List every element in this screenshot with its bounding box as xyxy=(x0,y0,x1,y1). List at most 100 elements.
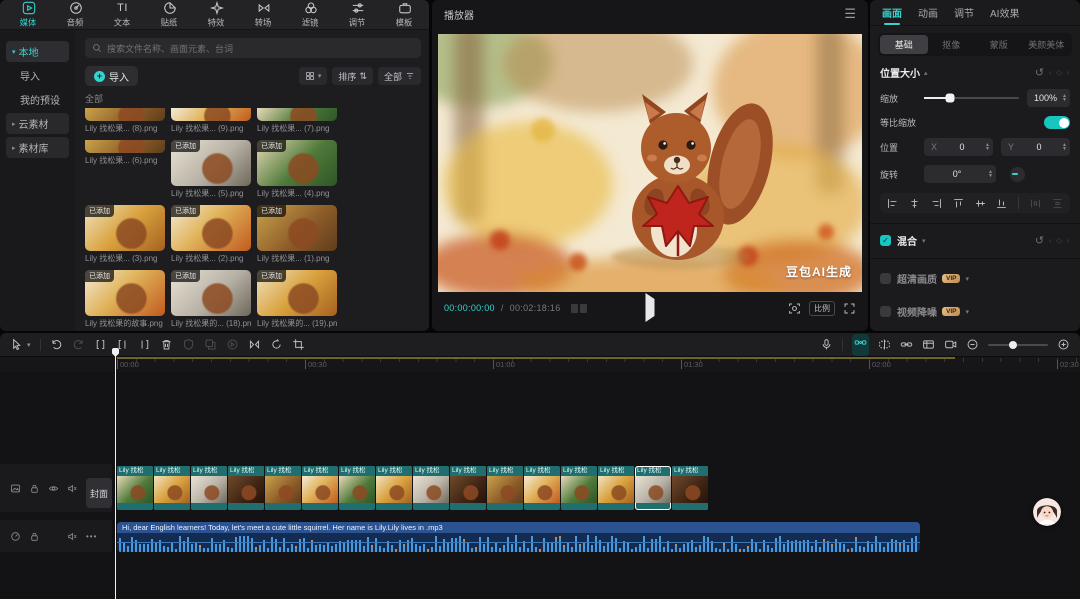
sidebar-item-library[interactable]: ▸ 素材库 xyxy=(6,137,69,158)
freeze-frame-icon[interactable] xyxy=(182,338,195,351)
tab-picture[interactable]: 画面 xyxy=(882,0,902,25)
align-center-vertical-icon[interactable] xyxy=(975,198,986,209)
uniform-scale-toggle[interactable] xyxy=(1044,116,1070,129)
tab-sticker[interactable]: 贴纸 xyxy=(147,1,192,29)
zoom-out-icon[interactable] xyxy=(966,338,979,351)
fullscreen-icon[interactable] xyxy=(843,302,856,315)
tab-media[interactable]: 媒体 xyxy=(6,1,51,29)
keyframe-controls[interactable]: ‹ ◇ › xyxy=(1049,68,1070,77)
position-y-field[interactable]: Y 0 ▲▼ xyxy=(1001,138,1070,156)
position-x-field[interactable]: X 0 ▲▼ xyxy=(924,138,993,156)
timeline-frame-icon[interactable] xyxy=(944,338,957,351)
reset-icon[interactable]: ↺ xyxy=(1035,66,1044,79)
undo-icon[interactable] xyxy=(50,338,63,351)
tab-ai-effects[interactable]: AI效果 xyxy=(990,0,1019,25)
rotation-dial[interactable] xyxy=(1010,167,1025,182)
tab-effects[interactable]: 特效 xyxy=(194,1,239,29)
ratio-button[interactable]: 比例 xyxy=(809,301,835,316)
subtab-basic[interactable]: 基础 xyxy=(880,35,928,54)
tab-adjustment[interactable]: 调节 xyxy=(954,0,974,25)
denoise-checkbox[interactable] xyxy=(880,306,891,317)
caret-down-icon[interactable]: ▾ xyxy=(27,341,31,349)
media-file[interactable]: 已添加Lily 找松果... (4).png xyxy=(257,140,337,199)
timeline-video-clip[interactable]: Lily 找松 xyxy=(191,466,227,510)
media-file[interactable]: Lily 找松果... (8).png xyxy=(85,108,165,134)
delete-icon[interactable] xyxy=(160,338,173,351)
caret-down-icon[interactable]: ▾ xyxy=(965,308,969,316)
subtab-cutout[interactable]: 抠像 xyxy=(928,35,976,54)
import-button[interactable]: + 导入 xyxy=(85,66,138,86)
stepper[interactable]: ▲▼ xyxy=(985,143,990,151)
timeline-video-clip[interactable]: Lily 找松 xyxy=(413,466,449,510)
cover-button[interactable]: 封面 xyxy=(86,478,112,508)
rotate-icon[interactable] xyxy=(270,338,283,351)
align-left-icon[interactable] xyxy=(887,198,898,209)
hd-quality-checkbox[interactable] xyxy=(880,273,891,284)
media-file[interactable]: 已添加Lily 找松果... (5).png xyxy=(171,140,251,199)
media-file[interactable]: 已添加Lily 找松果... (3).png xyxy=(85,205,165,264)
stepper-down-icon[interactable]: ▼ xyxy=(1062,98,1067,102)
timeline-video-clip[interactable]: Lily 找松 xyxy=(635,466,671,510)
caret-down-icon[interactable]: ▾ xyxy=(965,275,969,283)
timeline-video-clip[interactable]: Lily 找松 xyxy=(228,466,264,510)
tab-audio[interactable]: 音频 xyxy=(53,1,98,29)
overlay-icon[interactable] xyxy=(204,338,217,351)
collapse-icon[interactable]: ▴ xyxy=(924,69,928,77)
scale-value-field[interactable]: 100% ▲▼ xyxy=(1027,89,1070,107)
media-file[interactable]: Lily 找松果... (6).png xyxy=(85,140,165,199)
stepper[interactable]: ▲▼ xyxy=(1062,94,1067,102)
sidebar-item-presets[interactable]: 我的预设 xyxy=(6,89,69,110)
media-file[interactable]: 已添加Lily 找松果的... (19).png xyxy=(257,270,337,329)
select-tool-icon[interactable] xyxy=(10,338,23,351)
timeline-video-clip[interactable]: Lily 找松 xyxy=(598,466,634,510)
search-input[interactable]: 搜索文件名称、画面元素、台词 xyxy=(85,38,421,58)
record-voiceover-icon[interactable] xyxy=(820,338,833,351)
subtab-beauty[interactable]: 美颜美体 xyxy=(1023,35,1071,54)
crop-icon[interactable] xyxy=(292,338,305,351)
timeline-video-clip[interactable]: Lily 找松 xyxy=(117,466,153,510)
align-right-icon[interactable] xyxy=(931,198,942,209)
audio-clip[interactable]: Hi, dear English learners! Today, let's … xyxy=(117,522,920,552)
timeline-video-clip[interactable]: Lily 找松 xyxy=(376,466,412,510)
tab-animation[interactable]: 动画 xyxy=(918,0,938,25)
timeline-zoom-slider[interactable] xyxy=(988,344,1048,346)
player-menu-icon[interactable]: ☰ xyxy=(844,6,856,22)
split-right-icon[interactable] xyxy=(138,338,151,351)
play-button[interactable] xyxy=(646,299,655,317)
scale-slider[interactable] xyxy=(924,97,1019,99)
focus-preview-icon[interactable] xyxy=(788,302,801,315)
redo-icon[interactable] xyxy=(72,338,85,351)
mirror-icon[interactable] xyxy=(248,338,261,351)
subtab-mask[interactable]: 蒙版 xyxy=(975,35,1023,54)
speaker-icon[interactable] xyxy=(67,531,78,542)
mute-icon[interactable] xyxy=(67,483,78,494)
main-track-magnet-button[interactable] xyxy=(852,334,869,356)
timeline-video-clip[interactable]: Lily 找松 xyxy=(487,466,523,510)
media-file[interactable]: 已添加Lily 找松果的故事.png xyxy=(85,270,165,329)
timeline-video-clip[interactable]: Lily 找松 xyxy=(450,466,486,510)
stepper[interactable]: ▲▼ xyxy=(1062,143,1067,151)
tab-text[interactable]: TI 文本 xyxy=(100,1,145,29)
keyframe-controls[interactable]: ‹ ◇ › xyxy=(1049,236,1070,245)
auto-snap-icon[interactable] xyxy=(878,338,891,351)
rotation-field[interactable]: 0° ▲▼ xyxy=(924,165,996,183)
media-file[interactable]: 已添加Lily 找松果... (2).png xyxy=(171,205,251,264)
preview-canvas[interactable]: 豆包AI生成 xyxy=(438,34,862,292)
lock-icon[interactable] xyxy=(29,483,40,494)
preview-axis-icon[interactable] xyxy=(922,338,935,351)
timeline-video-clip[interactable]: Lily 找松 xyxy=(339,466,375,510)
timeline-video-clip[interactable]: Lily 找松 xyxy=(265,466,301,510)
reset-icon[interactable]: ↺ xyxy=(1035,234,1044,247)
sort-button[interactable]: 排序 ⇅ xyxy=(332,67,373,85)
linkage-icon[interactable] xyxy=(900,338,913,351)
stepper[interactable]: ▲▼ xyxy=(988,170,993,178)
frame-display-icon[interactable] xyxy=(571,304,587,313)
sidebar-item-cloud[interactable]: ▸ 云素材 xyxy=(6,113,69,134)
lock-icon[interactable] xyxy=(29,531,40,542)
user-avatar[interactable] xyxy=(1033,498,1061,526)
zoom-in-icon[interactable] xyxy=(1057,338,1070,351)
caret-down-icon[interactable]: ▾ xyxy=(922,237,926,245)
distribute-vertical-icon[interactable] xyxy=(1052,198,1063,209)
align-bottom-icon[interactable] xyxy=(996,198,1007,209)
media-file[interactable]: Lily 找松果... (9).png xyxy=(171,108,251,134)
